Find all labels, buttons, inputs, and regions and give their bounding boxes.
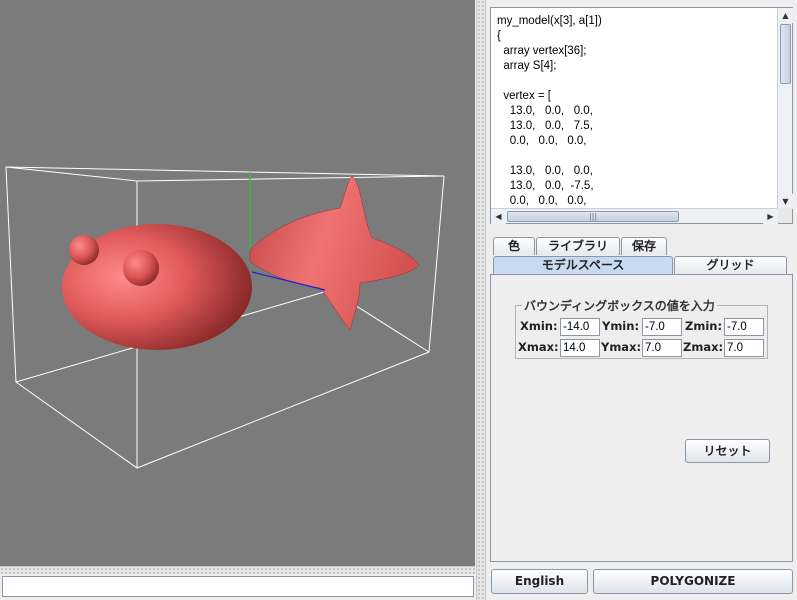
scrollbar-corner	[777, 208, 792, 223]
horizontal-scrollbar[interactable]: ◀ ||| ▶	[491, 208, 778, 224]
ymin-label: Ymin:	[602, 319, 640, 333]
ymax-field[interactable]	[642, 339, 682, 357]
zmin-label: Zmin:	[685, 319, 723, 333]
tab-model-space[interactable]: モデルスペース	[493, 256, 673, 274]
scroll-down-icon[interactable]: ▼	[778, 194, 793, 209]
code-line: vertex = [	[497, 90, 552, 102]
xmin-field[interactable]	[560, 318, 600, 336]
ymax-label: Ymax:	[601, 340, 642, 354]
code-line: 13.0, 0.0, -7.5,	[497, 180, 594, 192]
code-line: {	[497, 30, 501, 42]
horizontal-scroll-thumb[interactable]: |||	[507, 211, 679, 222]
code-line: array S[4];	[497, 60, 557, 72]
xmax-field[interactable]	[560, 339, 600, 357]
tab-library[interactable]: ライブラリ	[536, 237, 620, 255]
polygonize-button[interactable]: POLYGONIZE	[593, 569, 793, 594]
reset-button[interactable]: リセット	[685, 439, 770, 463]
sphere-back	[69, 235, 99, 265]
scroll-right-icon[interactable]: ▶	[763, 209, 778, 224]
bounding-box-group: バウンディングボックスの値を入力 Xmin: Ymin: Zmin: Xmax:…	[515, 297, 768, 359]
code-line: 13.0, 0.0, 7.5,	[497, 120, 593, 132]
code-text-area[interactable]: my_model(x[3], a[1]){ array vertex[36]; …	[491, 8, 778, 209]
scroll-up-icon[interactable]: ▲	[778, 8, 793, 23]
code-editor[interactable]: my_model(x[3], a[1]){ array vertex[36]; …	[490, 7, 793, 224]
tab-color[interactable]: 色	[493, 237, 535, 255]
sphere-front	[123, 250, 159, 286]
xmin-label: Xmin:	[520, 319, 558, 333]
code-line: 0.0, 0.0, 0.0,	[497, 195, 587, 207]
code-line: 13.0, 0.0, 0.0,	[497, 105, 593, 117]
language-button[interactable]: English	[491, 569, 588, 594]
ymin-field[interactable]	[642, 318, 682, 336]
status-input[interactable]	[2, 576, 474, 597]
zmin-field[interactable]	[724, 318, 764, 336]
model-space-panel: バウンディングボックスの値を入力 Xmin: Ymin: Zmin: Xmax:…	[490, 274, 793, 562]
code-line: array vertex[36];	[497, 45, 587, 57]
tail-fin-shape	[249, 175, 420, 331]
code-line: 0.0, 0.0, 0.0,	[497, 135, 587, 147]
bounding-box-title: バウンディングボックスの値を入力	[522, 297, 717, 314]
code-line: my_model(x[3], a[1])	[497, 15, 602, 27]
model-render	[5, 166, 445, 469]
scroll-left-icon[interactable]: ◀	[491, 209, 506, 224]
code-line: 13.0, 0.0, 0.0,	[497, 165, 593, 177]
vertical-splitter[interactable]	[476, 0, 486, 600]
horizontal-splitter[interactable]	[0, 566, 475, 574]
zmax-field[interactable]	[724, 339, 764, 357]
vertical-scrollbar[interactable]: ▲ ▼	[777, 8, 793, 209]
tab-save[interactable]: 保存	[621, 237, 667, 255]
3d-viewport[interactable]	[0, 0, 475, 566]
tab-grid[interactable]: グリッド	[674, 256, 787, 274]
vertical-scroll-thumb[interactable]	[780, 24, 791, 84]
xmax-label: Xmax:	[518, 340, 559, 354]
zmax-label: Zmax:	[683, 340, 724, 354]
